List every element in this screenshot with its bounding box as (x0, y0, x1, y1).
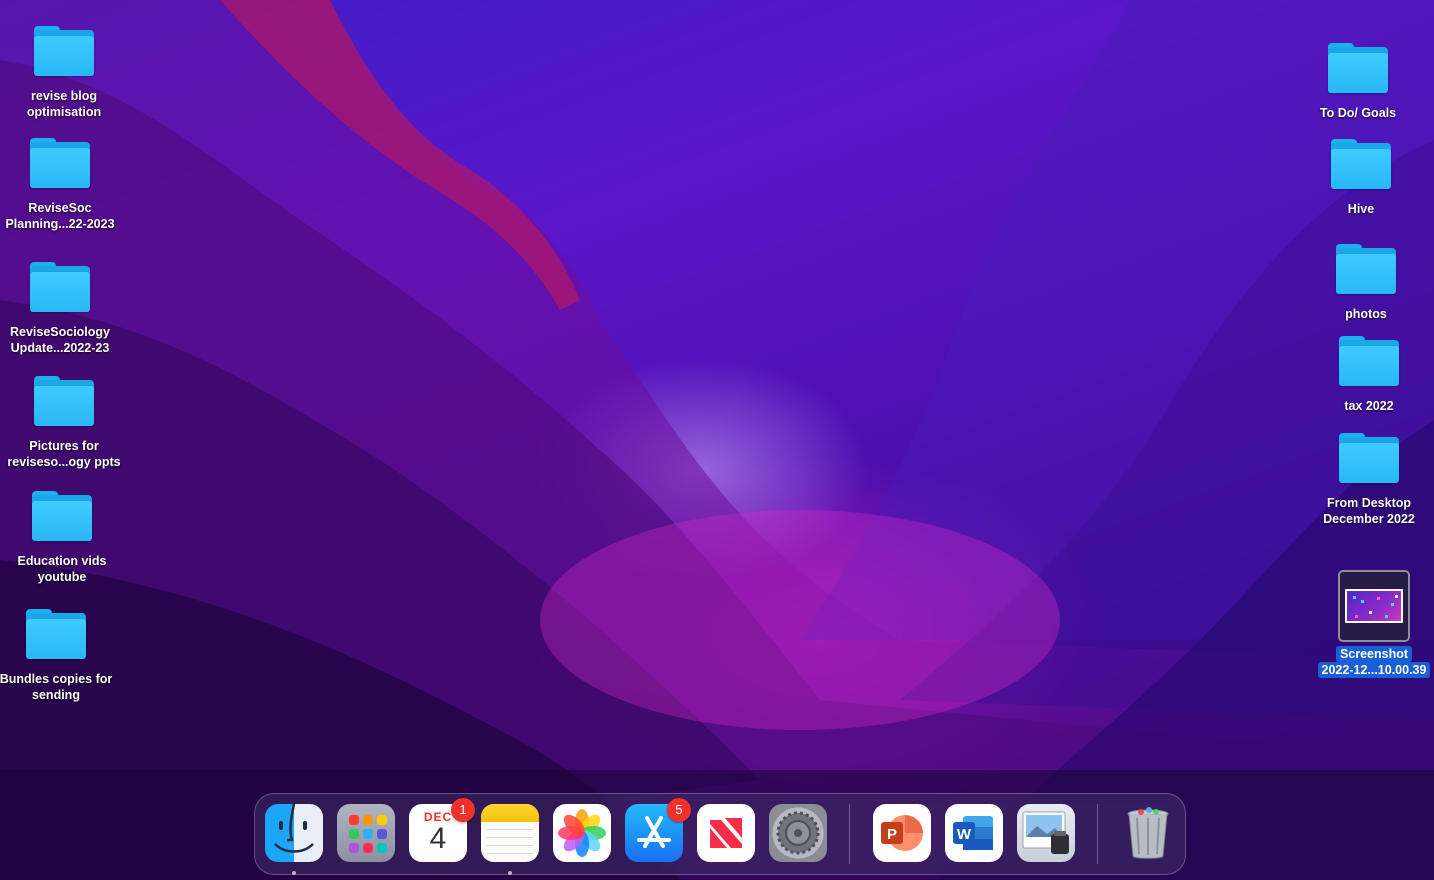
folder-label: photos (1345, 307, 1387, 321)
dock-app-finder[interactable] (265, 804, 323, 862)
dock-app-news[interactable] (697, 804, 755, 862)
dock-app-photos[interactable] (553, 804, 611, 862)
desktop-folder-tax-2022[interactable]: tax 2022 (1305, 336, 1433, 414)
folder-icon (26, 609, 86, 661)
desktop-folder-photos[interactable]: photos (1302, 244, 1430, 322)
desktop-folder-from-desktop-dec-2022[interactable]: From Desktop December 2022 (1305, 433, 1433, 527)
running-indicator (292, 871, 296, 875)
folder-label: From Desktop December 2022 (1323, 496, 1415, 526)
desktop-folder-pictures-for-ppts[interactable]: Pictures for reviseso...ogy ppts (0, 376, 128, 470)
folder-icon (32, 491, 92, 543)
desktop-folder-bundles-copies[interactable]: Bundles copies for sending (0, 609, 120, 703)
word-letter: W (957, 826, 972, 843)
folder-icon (1339, 433, 1399, 485)
dock-app-word[interactable]: W (945, 804, 1003, 862)
powerpoint-icon: P (881, 815, 923, 851)
folder-label: To Do/ Goals (1319, 106, 1397, 120)
powerpoint-letter: P (887, 826, 897, 843)
folder-icon (30, 138, 90, 190)
wallpaper-mountains (0, 0, 1434, 880)
dock-app-app-store[interactable]: 5 (625, 798, 691, 862)
folder-label: ReviseSoc Planning...22-2023 (5, 201, 115, 231)
news-icon (710, 818, 742, 848)
desktop-file-screenshot[interactable]: Screenshot 2022-12...10.00.39 (1306, 570, 1434, 678)
dock-app-calendar[interactable]: DEC 4 1 (409, 798, 475, 862)
folder-icon (1331, 139, 1391, 191)
folder-label: Pictures for reviseso...ogy ppts (7, 439, 121, 469)
folder-icon (34, 26, 94, 78)
calendar-day: 4 (429, 822, 447, 855)
folder-label: ReviseSociology Update...2022-23 (9, 325, 111, 355)
notification-badge: 5 (667, 798, 691, 822)
folder-label: revise blog optimisation (26, 89, 102, 119)
folder-label: Bundles copies for sending (0, 672, 113, 702)
photos-icon (558, 809, 606, 857)
desktop-folder-revisesociology-update[interactable]: ReviseSociology Update...2022-23 (0, 262, 124, 356)
running-indicator (508, 871, 512, 875)
dock-app-launchpad[interactable] (337, 804, 395, 862)
preview-icon (1022, 811, 1069, 854)
folder-icon (30, 262, 90, 314)
folder-label: Education vids youtube (17, 554, 107, 584)
dock-app-trash[interactable] (1119, 804, 1177, 862)
desktop-folder-education-vids[interactable]: Education vids youtube (0, 491, 126, 585)
word-icon: W (953, 816, 993, 850)
folder-label: tax 2022 (1344, 399, 1394, 413)
dock-app-powerpoint[interactable]: P (873, 804, 931, 862)
folder-icon (1328, 43, 1388, 95)
desktop-folder-hive[interactable]: Hive (1297, 139, 1425, 217)
finder-icon (274, 804, 314, 853)
dock-app-system-preferences[interactable] (769, 804, 827, 862)
dock: DEC 4 1 5 P W (254, 793, 1186, 875)
desktop-wallpaper (0, 0, 1434, 880)
file-label-name: Screenshot (1335, 646, 1413, 662)
trash-icon (1127, 807, 1169, 859)
notification-badge: 1 (451, 798, 475, 822)
desktop-folder-revise-blog[interactable]: revise blog optimisation (0, 26, 128, 120)
image-thumbnail-icon (1338, 570, 1410, 642)
dock-separator (1097, 804, 1098, 864)
folder-icon (1336, 244, 1396, 296)
gear-icon (776, 811, 820, 855)
folder-label: Hive (1347, 202, 1375, 216)
dock-app-preview[interactable] (1017, 804, 1075, 862)
file-label-date: 2022-12...10.00.39 (1317, 662, 1431, 678)
desktop-folder-todo-goals[interactable]: To Do/ Goals (1294, 43, 1422, 121)
folder-icon (34, 376, 94, 428)
dock-app-notes[interactable] (481, 804, 539, 862)
dock-separator (849, 804, 850, 864)
desktop-folder-revisesoc-planning[interactable]: ReviseSoc Planning...22-2023 (0, 138, 124, 232)
folder-icon (1339, 336, 1399, 388)
